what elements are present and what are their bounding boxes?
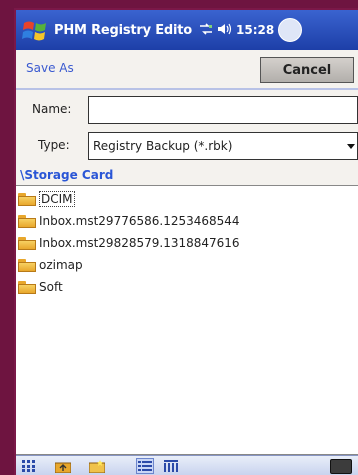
folder-icon bbox=[18, 280, 36, 294]
file-name: Inbox.mst29776586.1253468544 bbox=[39, 214, 240, 228]
type-dropdown-value: Registry Backup (*.rbk) bbox=[93, 139, 233, 153]
current-path[interactable]: \Storage Card bbox=[20, 168, 113, 182]
name-input[interactable] bbox=[88, 96, 358, 124]
clock[interactable]: 15:28 bbox=[236, 23, 274, 37]
connectivity-icon[interactable] bbox=[198, 22, 214, 39]
file-name: ozimap bbox=[39, 258, 83, 272]
save-as-label: Save As bbox=[26, 61, 74, 75]
title-bar: PHM Registry Edito 15:28 bbox=[16, 10, 358, 50]
volume-icon[interactable] bbox=[217, 22, 233, 39]
file-name: Soft bbox=[39, 280, 63, 294]
details-view-icon[interactable] bbox=[162, 458, 180, 474]
ok-button[interactable] bbox=[278, 18, 303, 42]
list-view-icon[interactable] bbox=[136, 458, 154, 474]
name-label: Name: bbox=[32, 102, 72, 116]
header-separator bbox=[16, 88, 358, 90]
file-name: Inbox.mst29828579.1318847616 bbox=[39, 236, 240, 250]
list-item[interactable]: DCIM bbox=[18, 189, 75, 209]
folder-icon bbox=[18, 214, 36, 228]
keyboard-icon[interactable] bbox=[330, 459, 352, 474]
bottom-toolbar bbox=[16, 455, 358, 475]
new-folder-icon[interactable] bbox=[88, 458, 106, 474]
list-item[interactable]: Inbox.mst29828579.1318847616 bbox=[18, 233, 240, 253]
cancel-button[interactable]: Cancel bbox=[260, 57, 354, 83]
up-folder-icon[interactable] bbox=[54, 458, 72, 474]
chevron-down-icon[interactable] bbox=[347, 144, 355, 149]
folder-icon bbox=[18, 192, 36, 206]
grid-view-icon[interactable] bbox=[20, 458, 38, 474]
screen: PHM Registry Edito 15:28 Save As Cancel … bbox=[16, 10, 358, 475]
app-title: PHM Registry Edito bbox=[54, 22, 193, 38]
device-frame: PHM Registry Edito 15:28 Save As Cancel … bbox=[14, 8, 358, 475]
folder-icon bbox=[18, 236, 36, 250]
file-list[interactable]: DCIM Inbox.mst29776586.1253468544 Inbox.… bbox=[16, 185, 358, 455]
folder-icon bbox=[18, 258, 36, 272]
list-item[interactable]: Inbox.mst29776586.1253468544 bbox=[18, 211, 240, 231]
type-label: Type: bbox=[38, 138, 70, 152]
list-item[interactable]: Soft bbox=[18, 277, 63, 297]
file-name: DCIM bbox=[39, 191, 75, 207]
windows-start-icon[interactable] bbox=[20, 15, 50, 45]
type-dropdown[interactable]: Registry Backup (*.rbk) bbox=[88, 132, 358, 160]
save-as-row: Save As Cancel bbox=[16, 54, 358, 84]
list-item[interactable]: ozimap bbox=[18, 255, 83, 275]
